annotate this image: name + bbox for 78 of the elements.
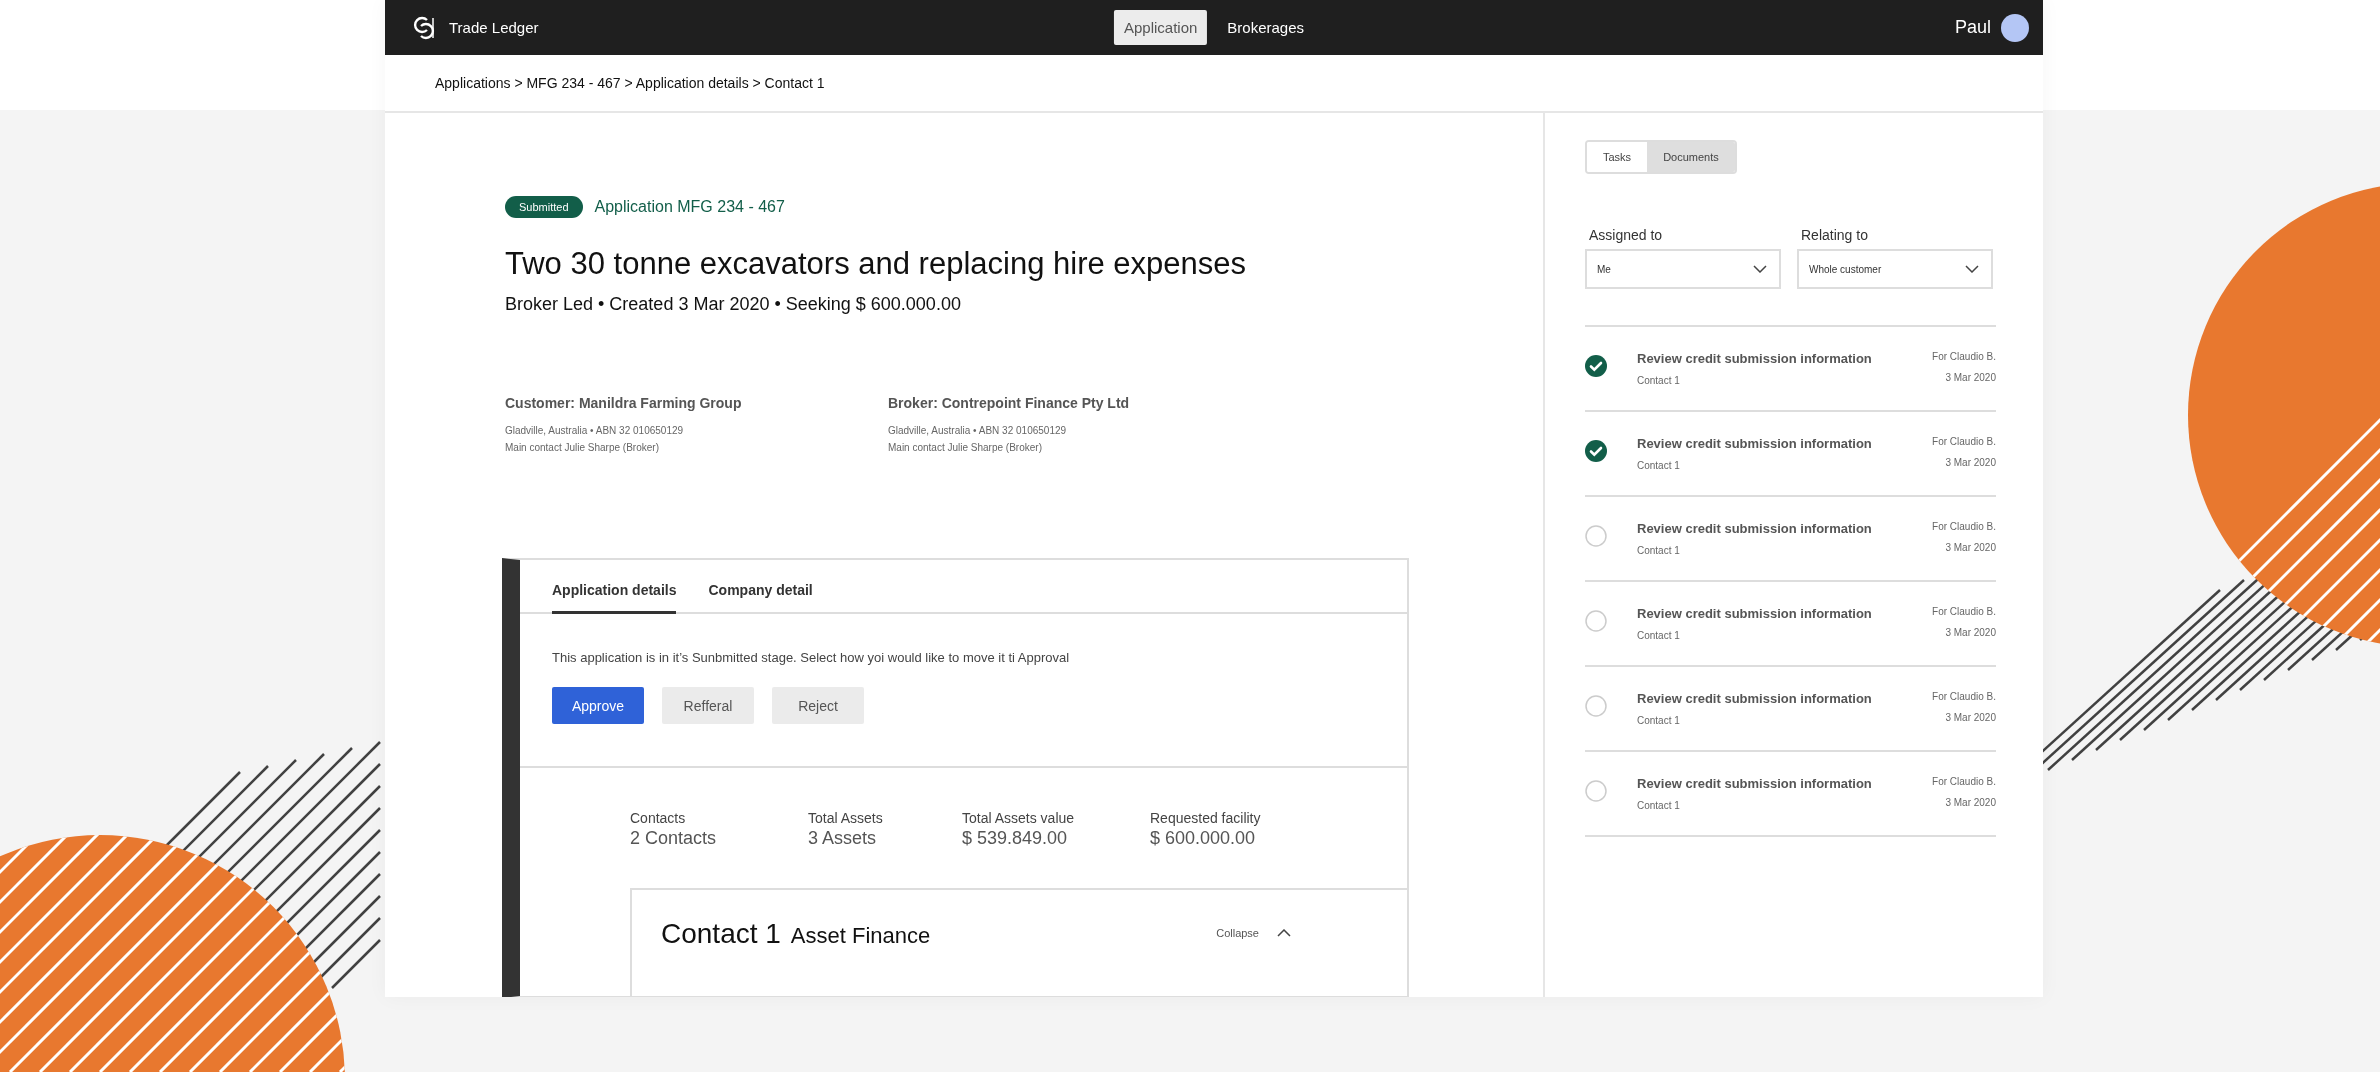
chevron-down-icon <box>1965 265 1979 273</box>
action-button[interactable]: Reject <box>772 687 864 724</box>
action-button[interactable]: Refferal <box>662 687 754 724</box>
task-title: Review credit submission information <box>1637 521 1873 536</box>
party-detail: Gladville, Australia • ABN 32 010650129 <box>505 425 685 436</box>
stat-value: $ 539.849.00 <box>962 828 1069 849</box>
task-title: Review credit submission information <box>1637 436 1873 451</box>
nav-tab[interactable]: Brokerages <box>1217 10 1315 45</box>
task-title: Review credit submission information <box>1637 606 1873 621</box>
task-date: 3 Mar 2020 <box>1945 372 1996 383</box>
empty-circle-icon[interactable] <box>1585 695 1607 717</box>
party-detail: Main contact Julie Sharpe (Broker) <box>888 442 1043 453</box>
task-row[interactable]: Review credit submission information Contact 1 For Claudio B. 3 Mar 2020 <box>1585 752 1996 837</box>
collapse-button[interactable]: Collapse <box>1210 926 1297 940</box>
contact-title: Contact 1 <box>661 918 781 950</box>
filter-label: Relating to <box>1801 227 1869 243</box>
brand-name: Trade Ledger <box>449 19 539 36</box>
application-reference: Application MFG 234 - 467 <box>594 198 785 216</box>
party-detail: Gladville, Australia • ABN 32 010650129 <box>888 425 1068 436</box>
task-row[interactable]: Review credit submission information Contact 1 For Claudio B. 3 Mar 2020 <box>1585 412 1996 497</box>
task-assignee: For Claudio B. <box>1932 436 1996 447</box>
task-date: 3 Mar 2020 <box>1945 797 1996 808</box>
status-badge: Submitted <box>505 196 583 218</box>
stat-label: Contacts <box>630 810 687 826</box>
stat-label: Total Assets <box>808 810 884 826</box>
task-row[interactable]: Review credit submission information Contact 1 For Claudio B. 3 Mar 2020 <box>1585 667 1996 752</box>
task-assignee: For Claudio B. <box>1932 606 1996 617</box>
task-row[interactable]: Review credit submission information Contact 1 For Claudio B. 3 Mar 2020 <box>1585 582 1996 667</box>
stat-value: 2 Contacts <box>630 828 718 849</box>
task-title: Review credit submission information <box>1637 691 1873 706</box>
chevron-down-icon <box>1753 265 1767 273</box>
application-title: Two 30 tonne excavators and replacing hire expenses <box>505 246 1248 282</box>
task-row[interactable]: Review credit submission information Contact 1 For Claudio B. 3 Mar 2020 <box>1585 497 1996 582</box>
approve-button[interactable]: Approve <box>552 687 644 724</box>
task-contact: Contact 1 <box>1637 800 1681 811</box>
logo-icon <box>413 15 435 40</box>
task-contact: Contact 1 <box>1637 715 1681 726</box>
avatar[interactable] <box>2001 13 2029 42</box>
user-name: Paul <box>1954 17 1991 38</box>
task-date: 3 Mar 2020 <box>1945 542 1996 553</box>
checked-circle-icon[interactable] <box>1585 355 1607 377</box>
task-contact: Contact 1 <box>1637 630 1681 641</box>
task-date: 3 Mar 2020 <box>1945 457 1996 468</box>
stat-label: Requested facility <box>1150 810 1262 826</box>
task-title: Review credit submission information <box>1637 351 1873 366</box>
task-title: Review credit submission information <box>1637 776 1873 791</box>
chevron-up-icon <box>1277 929 1291 937</box>
task-assignee: For Claudio B. <box>1932 691 1996 702</box>
empty-circle-icon[interactable] <box>1585 610 1607 632</box>
task-contact: Contact 1 <box>1637 375 1681 386</box>
card-tab[interactable]: Company detail <box>708 582 813 614</box>
filter-label: Assigned to <box>1589 227 1664 243</box>
application-subtitle: Broker Led • Created 3 Mar 2020 • Seeking $ 600.000.00 <box>505 294 962 315</box>
segment-tab[interactable]: Documents <box>1647 142 1735 172</box>
breadcrumb: Applications > MFG 234 - 467 > Application details > Contact 1 <box>385 55 2043 113</box>
task-contact: Contact 1 <box>1637 460 1681 471</box>
nav-tab[interactable]: Application <box>1113 10 1208 45</box>
party-heading: Broker: Contrepoint Finance Pty Ltd <box>888 395 1131 411</box>
checked-circle-icon[interactable] <box>1585 440 1607 462</box>
task-contact: Contact 1 <box>1637 545 1681 556</box>
stat-label: Total Assets value <box>962 810 1076 826</box>
stat-value: 3 Assets <box>808 828 878 849</box>
task-date: 3 Mar 2020 <box>1945 712 1996 723</box>
filter-dropdown[interactable]: Me <box>1585 249 1781 289</box>
task-assignee: For Claudio B. <box>1932 521 1996 532</box>
task-row[interactable]: Review credit submission information Contact 1 For Claudio B. 3 Mar 2020 <box>1585 327 1996 412</box>
empty-circle-icon[interactable] <box>1585 780 1607 802</box>
stage-message: This application is in it’s Sunbmitted stage. Select how yoi would like to move it ti Approval <box>552 650 1071 665</box>
party-detail: Main contact Julie Sharpe (Broker) <box>505 442 660 453</box>
contact-subtitle: Asset Finance <box>790 923 931 949</box>
filter-dropdown[interactable]: Whole customer <box>1797 249 1993 289</box>
task-assignee: For Claudio B. <box>1932 351 1996 362</box>
party-heading: Customer: Manildra Farming Group <box>505 395 743 411</box>
stat-value: $ 600.000.00 <box>1150 828 1257 849</box>
task-date: 3 Mar 2020 <box>1945 627 1996 638</box>
task-assignee: For Claudio B. <box>1932 776 1996 787</box>
card-tab[interactable]: Application details <box>552 582 677 614</box>
empty-circle-icon[interactable] <box>1585 525 1607 547</box>
